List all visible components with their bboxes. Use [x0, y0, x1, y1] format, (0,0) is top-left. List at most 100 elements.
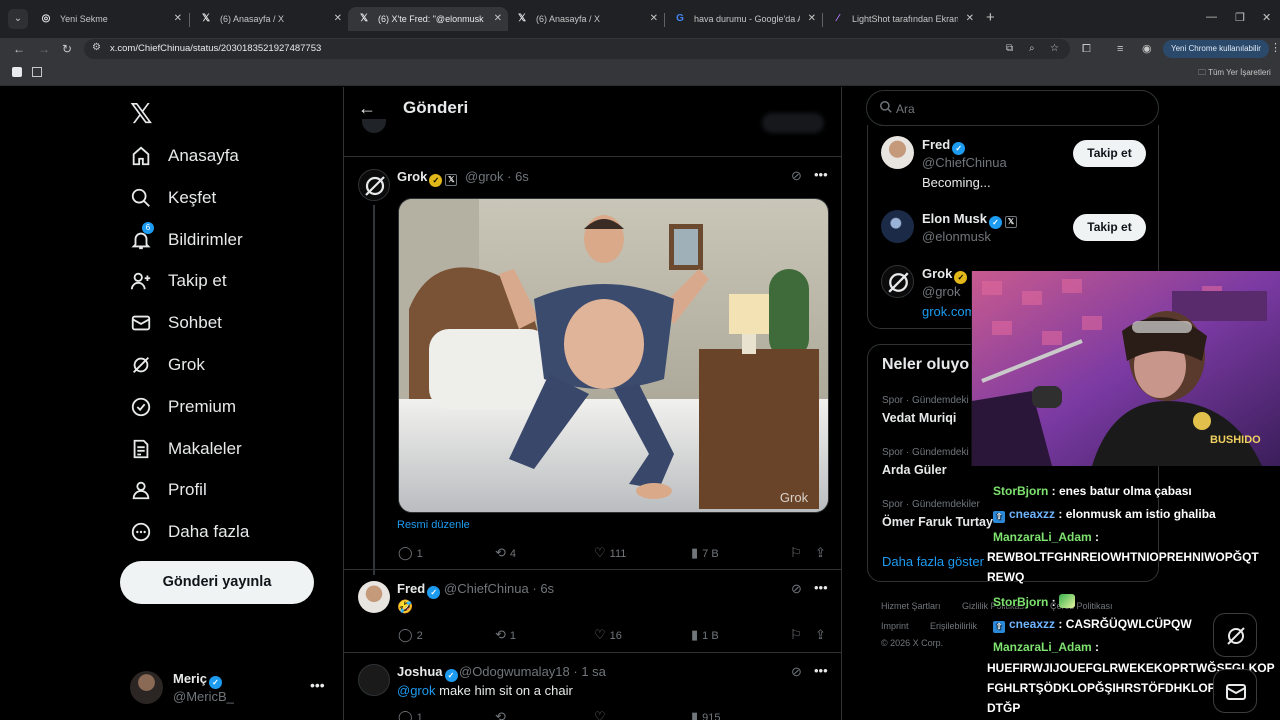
browser-tab[interactable]: 𝕏 (6) Anasayfa / X ✕ [190, 7, 348, 31]
browser-tab[interactable]: 𝕏 (6) Anasayfa / X ✕ [506, 7, 664, 31]
extensions-icon[interactable]: ⧠ [1082, 41, 1091, 57]
footer-link[interactable]: Imprint [881, 621, 909, 631]
edit-image-link[interactable]: Resmi düzenle [397, 519, 470, 531]
address-bar[interactable]: ⚙ x.com/ChiefChinua/status/2030183521927… [84, 39, 1070, 59]
views-icon: ▮ [691, 627, 699, 642]
more-options-icon[interactable]: ••• [814, 663, 828, 678]
url-text[interactable]: x.com/ChiefChinua/status/203018352192748… [110, 43, 321, 54]
close-window-icon[interactable]: ✕ [1262, 11, 1271, 24]
tweet-image[interactable]: Grok [398, 198, 829, 513]
tweet-text: @grok make him sit on a chair [397, 683, 573, 698]
home-icon [132, 146, 150, 166]
joshua-avatar[interactable] [358, 664, 390, 696]
close-tab-icon[interactable]: ✕ [650, 13, 658, 25]
tweet-author[interactable]: Fred ✓ [397, 581, 441, 599]
reply-button[interactable]: ◯ 1 [398, 709, 423, 720]
grok-explain-icon[interactable]: ⊘ [791, 664, 802, 680]
restore-icon[interactable]: ❐ [1235, 11, 1245, 24]
trend-item[interactable]: Arda Güler [882, 463, 947, 477]
tweet-time[interactable]: · 6s [532, 581, 554, 596]
browser-tab[interactable]: ⁄ LightShot tarafından Ekran Gör ✕ [822, 7, 980, 31]
views-button[interactable]: ▮ 1 B [691, 627, 719, 643]
bookmark-icon[interactable]: ⚐ [790, 627, 802, 643]
suggested-user-name[interactable]: Grok ✓ [922, 266, 968, 284]
reply-button[interactable]: ◯ 2 [398, 627, 423, 643]
apps-grid-icon[interactable] [32, 67, 42, 77]
show-more-link[interactable]: Daha fazla göster [882, 554, 984, 569]
post-button[interactable]: Gönderi yayınla [120, 561, 314, 604]
browser-tab[interactable]: G hava durumu - Google'da Ara ✕ [664, 7, 822, 31]
close-tab-icon[interactable]: ✕ [494, 13, 502, 25]
forward-icon[interactable]: → [38, 41, 50, 57]
heart-icon: ♡ [594, 709, 606, 720]
browser-tab[interactable]: ◎ Yeni Sekme ✕ [30, 7, 188, 31]
back-arrow-icon[interactable]: ← [358, 98, 376, 119]
author-name: Fred [397, 581, 426, 596]
footer-link[interactable]: Erişilebilirlik [930, 621, 977, 631]
bookmark-icon[interactable] [12, 67, 22, 77]
zoom-icon[interactable]: ⌕ [1029, 43, 1035, 54]
x-logo-icon[interactable]: 𝕏 [130, 97, 153, 130]
repost-button[interactable]: ⟲ 1 [495, 627, 516, 643]
fred-avatar[interactable] [881, 136, 914, 169]
mention-link[interactable]: @grok [397, 683, 436, 698]
more-options-icon[interactable]: ••• [814, 167, 828, 182]
follow-button[interactable]: Takip et [1073, 214, 1146, 241]
chrome-menu-icon[interactable]: ⋮ [1270, 41, 1280, 54]
views-button[interactable]: ▮ 915 [691, 709, 721, 720]
bookmark-star-icon[interactable]: ☆ [1050, 43, 1059, 54]
grok-explain-icon[interactable]: ⊘ [791, 581, 802, 597]
all-bookmarks-folder[interactable]: 🗀 Tüm Yer İşaretleri [1198, 67, 1271, 81]
install-app-icon[interactable]: ⧉ [1006, 43, 1013, 54]
messages-float-button[interactable] [1213, 669, 1257, 713]
account-menu-icon[interactable]: ••• [310, 677, 325, 693]
bookmark-icon[interactable]: ⚐ [790, 545, 802, 561]
account-avatar[interactable] [130, 671, 163, 704]
elon-avatar[interactable] [881, 210, 914, 243]
tweet-author[interactable]: Grok ✓ 𝕏 [397, 169, 458, 187]
footer-link[interactable]: Hizmet Şartları [881, 601, 941, 611]
profile-icon[interactable]: ◉ [1142, 41, 1152, 57]
account-name[interactable]: Meriç ✓ [173, 671, 222, 689]
close-tab-icon[interactable]: ✕ [808, 13, 816, 25]
repost-button[interactable]: ⟲ [495, 709, 510, 720]
tweet-author[interactable]: Joshua ✓ [397, 664, 458, 682]
follow-button[interactable]: Takip et [1073, 140, 1146, 167]
close-tab-icon[interactable]: ✕ [966, 13, 974, 25]
trend-item[interactable]: Ömer Faruk Turtay [882, 515, 993, 529]
close-tab-icon[interactable]: ✕ [334, 13, 342, 25]
like-button[interactable]: ♡ 111 [594, 545, 626, 561]
repost-button[interactable]: ⟲ 4 [495, 545, 516, 561]
back-icon[interactable]: ← [13, 41, 25, 57]
like-button[interactable]: ♡ 16 [594, 627, 622, 643]
grok-avatar[interactable] [881, 265, 914, 298]
trend-item[interactable]: Vedat Muriqi [882, 411, 956, 425]
tab-search-button[interactable]: ⌄ [8, 9, 28, 29]
reply-button[interactable]: ◯ 1 [398, 545, 423, 561]
new-tab-icon[interactable]: + [986, 10, 995, 26]
suggested-user-link[interactable]: grok.com [922, 304, 975, 319]
grok-avatar[interactable] [358, 169, 390, 201]
suggested-user-name[interactable]: Elon Musk ✓ 𝕏 [922, 211, 1018, 229]
fred-avatar[interactable] [358, 581, 390, 613]
like-button[interactable]: ♡ [594, 709, 610, 720]
tweet-time[interactable]: · 6s [507, 169, 529, 184]
share-icon[interactable]: ⇪ [815, 627, 826, 643]
tweet-time[interactable]: · 1 sa [573, 664, 606, 679]
site-info-icon[interactable]: ⚙ [92, 42, 101, 53]
media-control-icon[interactable]: ≡ [1117, 41, 1123, 57]
share-icon[interactable]: ⇪ [815, 545, 826, 561]
nav-label: Takip et [168, 271, 227, 290]
browser-tab-active[interactable]: 𝕏 (6) X'te Fred: "@elonmusk @Ar ✕ [348, 7, 508, 31]
minimize-icon[interactable]: — [1206, 11, 1217, 23]
repost-count: 1 [509, 630, 517, 642]
close-tab-icon[interactable]: ✕ [174, 13, 182, 25]
update-chrome-button[interactable]: Yeni Chrome kullanılabilir [1163, 40, 1269, 58]
grok-float-button[interactable] [1213, 613, 1257, 657]
suggested-user-name[interactable]: Fred ✓ [922, 137, 966, 155]
grok-explain-icon[interactable]: ⊘ [791, 168, 802, 184]
reload-icon[interactable]: ↻ [62, 41, 72, 57]
more-options-icon[interactable]: ••• [814, 580, 828, 595]
views-button[interactable]: ▮ 7 B [691, 545, 719, 561]
search-box[interactable]: Ara [866, 90, 1159, 126]
